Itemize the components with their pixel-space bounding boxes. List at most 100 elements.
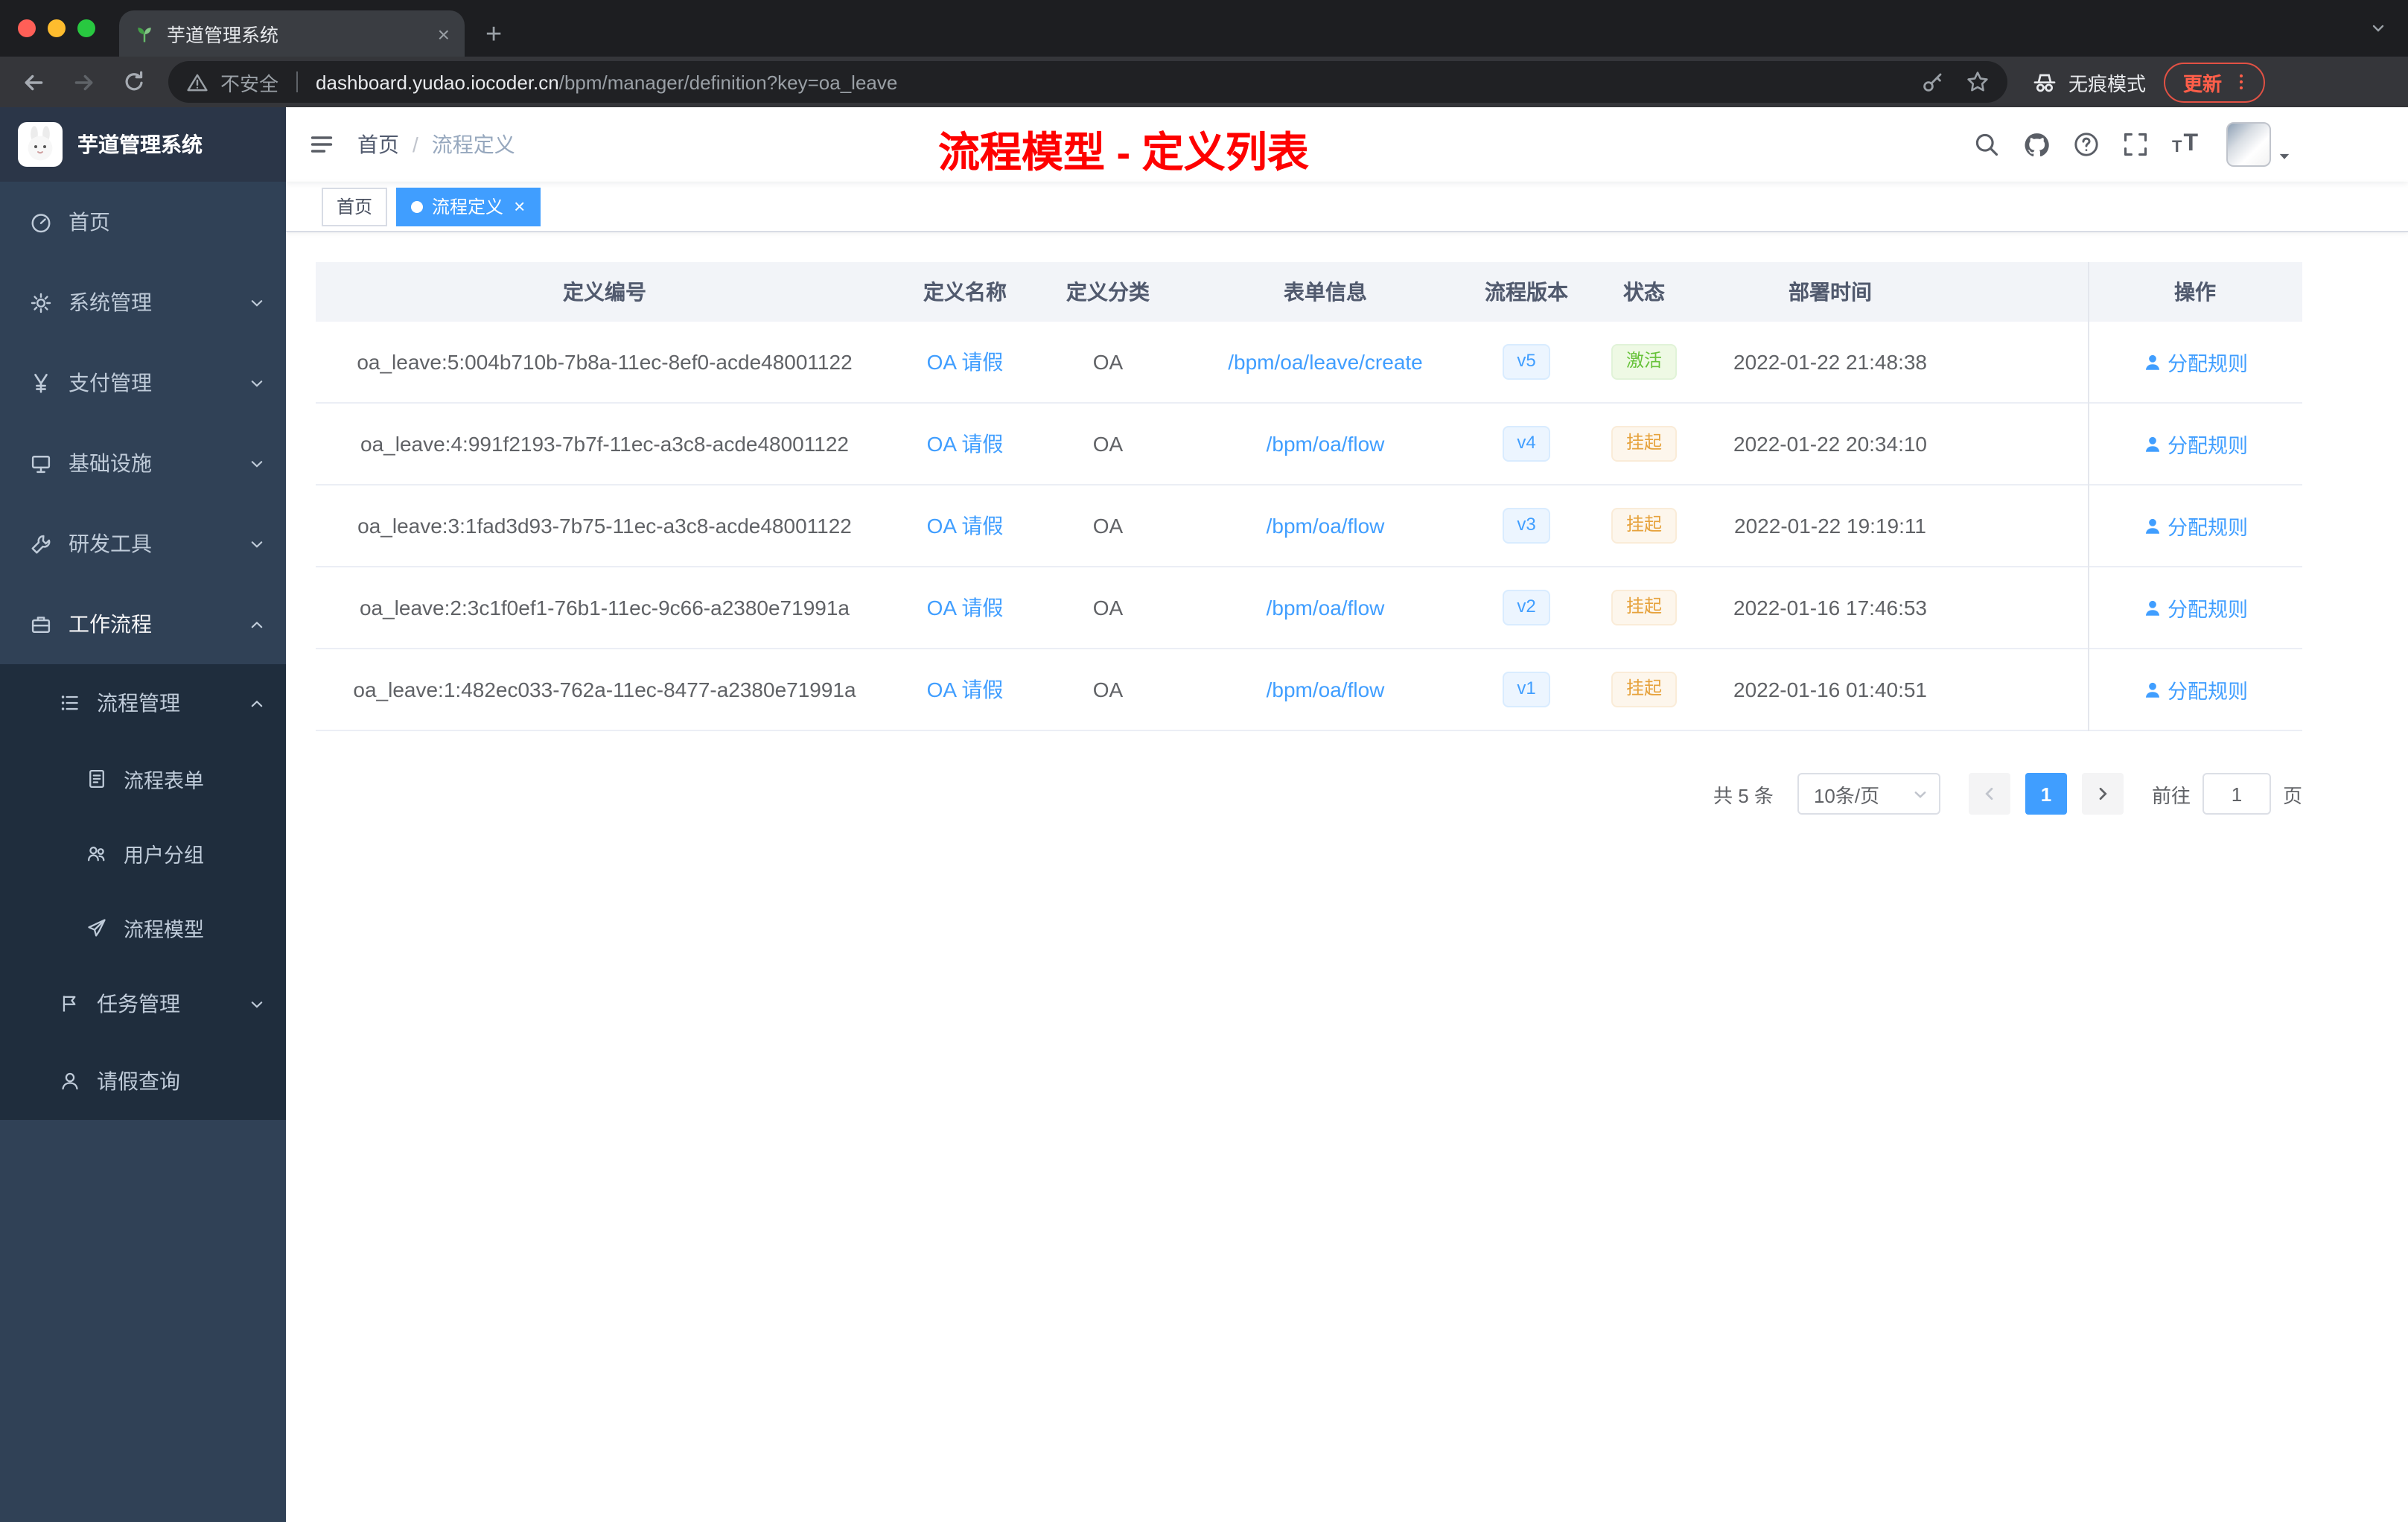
breadcrumb-current: 流程定义: [431, 133, 515, 156]
cell-category: OA: [1092, 350, 1124, 374]
definition-name-link[interactable]: OA 请假: [927, 432, 1004, 456]
search-icon[interactable]: [1974, 131, 2001, 158]
tab-search-chevron-icon[interactable]: [2369, 19, 2387, 37]
font-size-icon[interactable]: TT: [2172, 132, 2198, 156]
action-label: 分配规则: [2167, 435, 2248, 457]
url-text[interactable]: dashboard.yudao.iocoder.cn/bpm/manager/d…: [316, 71, 897, 93]
col-header-name: 定义名称: [923, 280, 1007, 304]
reload-icon[interactable]: [122, 70, 146, 94]
navbar-actions: TT: [1974, 122, 2408, 167]
logo-rabbit-avatar: [18, 122, 63, 167]
pagination-goto: 前往 1 页: [2152, 773, 2302, 815]
password-key-icon[interactable]: [1921, 70, 1945, 94]
table-row: oa_leave:2:3c1f0ef1-76b1-11ec-9c66-a2380…: [316, 567, 2302, 649]
sidebar-item-user-group[interactable]: 用户分组: [0, 816, 286, 891]
action-label: 分配规则: [2167, 517, 2248, 539]
form-link[interactable]: /bpm/oa/flow: [1267, 678, 1385, 701]
security-label[interactable]: 不安全: [220, 68, 278, 96]
security-warning-icon[interactable]: [186, 71, 208, 93]
active-dot: [411, 200, 424, 212]
page-content: 定义编号 定义名称 定义分类 表单信息 流程版本 状态 部署时间 操作 oa_l…: [286, 232, 2408, 844]
sidebar-item-infrastructure[interactable]: 基础设施: [0, 423, 286, 503]
next-page-button[interactable]: [2081, 773, 2124, 815]
sidebar-item-label: 任务管理: [97, 992, 180, 1016]
action-label: 分配规则: [2167, 353, 2248, 375]
sidebar-item-workflow[interactable]: 工作流程: [0, 584, 286, 664]
new-tab-button[interactable]: +: [485, 21, 502, 49]
assign-rule-button[interactable]: 分配规则: [2142, 593, 2248, 623]
sidebar-item-label: 首页: [69, 210, 110, 234]
user-avatar[interactable]: [2226, 122, 2271, 167]
bookmark-star-icon[interactable]: [1966, 70, 1990, 94]
screen: 芋道管理系统 × + 不安全 dashboard.yudao.iocoder.c…: [0, 0, 2408, 1522]
table-row: oa_leave:5:004b710b-7b8a-11ec-8ef0-acde4…: [316, 322, 2302, 404]
form-link[interactable]: /bpm/oa/flow: [1267, 596, 1385, 620]
tab-close-icon[interactable]: ×: [438, 23, 450, 44]
page-size-select[interactable]: 10条/页: [1797, 773, 1940, 815]
sidebar-item-home[interactable]: 首页: [0, 182, 286, 262]
version-tag: v5: [1502, 344, 1551, 380]
col-header-status: 状态: [1623, 280, 1665, 304]
user-group-icon: [88, 846, 105, 862]
user-menu[interactable]: [2226, 122, 2292, 167]
window-minimize-button[interactable]: [48, 19, 66, 37]
cell-id: oa_leave:5:004b710b-7b8a-11ec-8ef0-acde4…: [357, 350, 853, 374]
prev-page-button[interactable]: [1968, 773, 2010, 815]
definition-name-link[interactable]: OA 请假: [927, 514, 1004, 538]
form-link[interactable]: /bpm/oa/flow: [1267, 432, 1385, 456]
cell-id: oa_leave:2:3c1f0ef1-76b1-11ec-9c66-a2380…: [359, 596, 850, 620]
hamburger-icon[interactable]: [286, 131, 357, 158]
status-badge: 挂起: [1611, 590, 1677, 625]
sidebar-item-system[interactable]: 系统管理: [0, 262, 286, 343]
sidebar-item-payment[interactable]: 支付管理: [0, 343, 286, 423]
assign-rule-button[interactable]: 分配规则: [2142, 429, 2248, 459]
definition-name-link[interactable]: OA 请假: [927, 596, 1004, 620]
window-controls: [0, 19, 119, 57]
goto-label: 前往: [2151, 784, 2191, 806]
url-bar[interactable]: 不安全 dashboard.yudao.iocoder.cn/bpm/manag…: [168, 61, 2007, 103]
version-tag: v3: [1502, 508, 1551, 544]
dashboard-icon: [31, 213, 51, 232]
window-zoom-button[interactable]: [77, 19, 95, 37]
sidebar-logo[interactable]: 芋道管理系统: [0, 107, 286, 182]
col-header-category: 定义分类: [1066, 280, 1150, 304]
cell-category: OA: [1092, 596, 1124, 620]
browser-tab[interactable]: 芋道管理系统 ×: [119, 10, 465, 57]
tag-process-definition[interactable]: 流程定义 ×: [396, 187, 541, 226]
browser-update-button[interactable]: 更新: [2164, 62, 2266, 102]
window-close-button[interactable]: [18, 19, 36, 37]
sidebar-item-task-management[interactable]: 任务管理: [0, 965, 286, 1042]
browser-menu-icon[interactable]: [2231, 71, 2252, 92]
tag-close-icon[interactable]: ×: [514, 197, 525, 216]
github-icon[interactable]: [2023, 130, 2051, 159]
table-row: oa_leave:4:991f2193-7b7f-11ec-a3c8-acde4…: [316, 404, 2302, 485]
assign-rule-button[interactable]: 分配规则: [2142, 511, 2248, 541]
assign-rule-button[interactable]: 分配规则: [2142, 675, 2248, 704]
goto-page-input[interactable]: 1: [2202, 773, 2271, 815]
sidebar-item-label: 工作流程: [69, 612, 152, 636]
definition-name-link[interactable]: OA 请假: [927, 678, 1004, 701]
sidebar-item-process-form[interactable]: 流程表单: [0, 742, 286, 816]
sidebar: 芋道管理系统 首页 系统管理 支付管理 基础设施 研发工具 工作流程 流程管理 …: [0, 107, 286, 1522]
help-icon[interactable]: [2074, 131, 2100, 158]
sidebar-item-devtools[interactable]: 研发工具: [0, 503, 286, 584]
sidebar-item-process-management[interactable]: 流程管理: [0, 664, 286, 742]
monitor-icon: [31, 455, 51, 473]
definition-name-link[interactable]: OA 请假: [927, 350, 1004, 374]
version-tag: v2: [1502, 590, 1551, 625]
forward-icon[interactable]: [71, 69, 97, 95]
cell-deploy-time: 2022-01-22 21:48:38: [1733, 350, 1927, 374]
form-link[interactable]: /bpm/oa/leave/create: [1228, 350, 1423, 374]
breadcrumb-home[interactable]: 首页: [357, 130, 399, 159]
cell-deploy-time: 2022-01-22 19:19:11: [1734, 514, 1926, 538]
cell-id: oa_leave:4:991f2193-7b7f-11ec-a3c8-acde4…: [360, 432, 849, 456]
tag-home[interactable]: 首页: [322, 187, 388, 226]
assign-rule-button[interactable]: 分配规则: [2142, 347, 2248, 377]
tab-favicon-icon: [138, 27, 151, 42]
fullscreen-icon[interactable]: [2123, 131, 2150, 158]
page-number-button[interactable]: 1: [2025, 773, 2067, 815]
sidebar-item-leave-query[interactable]: 请假查询: [0, 1042, 286, 1120]
back-icon[interactable]: [21, 69, 46, 95]
form-link[interactable]: /bpm/oa/flow: [1267, 514, 1385, 538]
sidebar-item-process-model[interactable]: 流程模型: [0, 891, 286, 965]
